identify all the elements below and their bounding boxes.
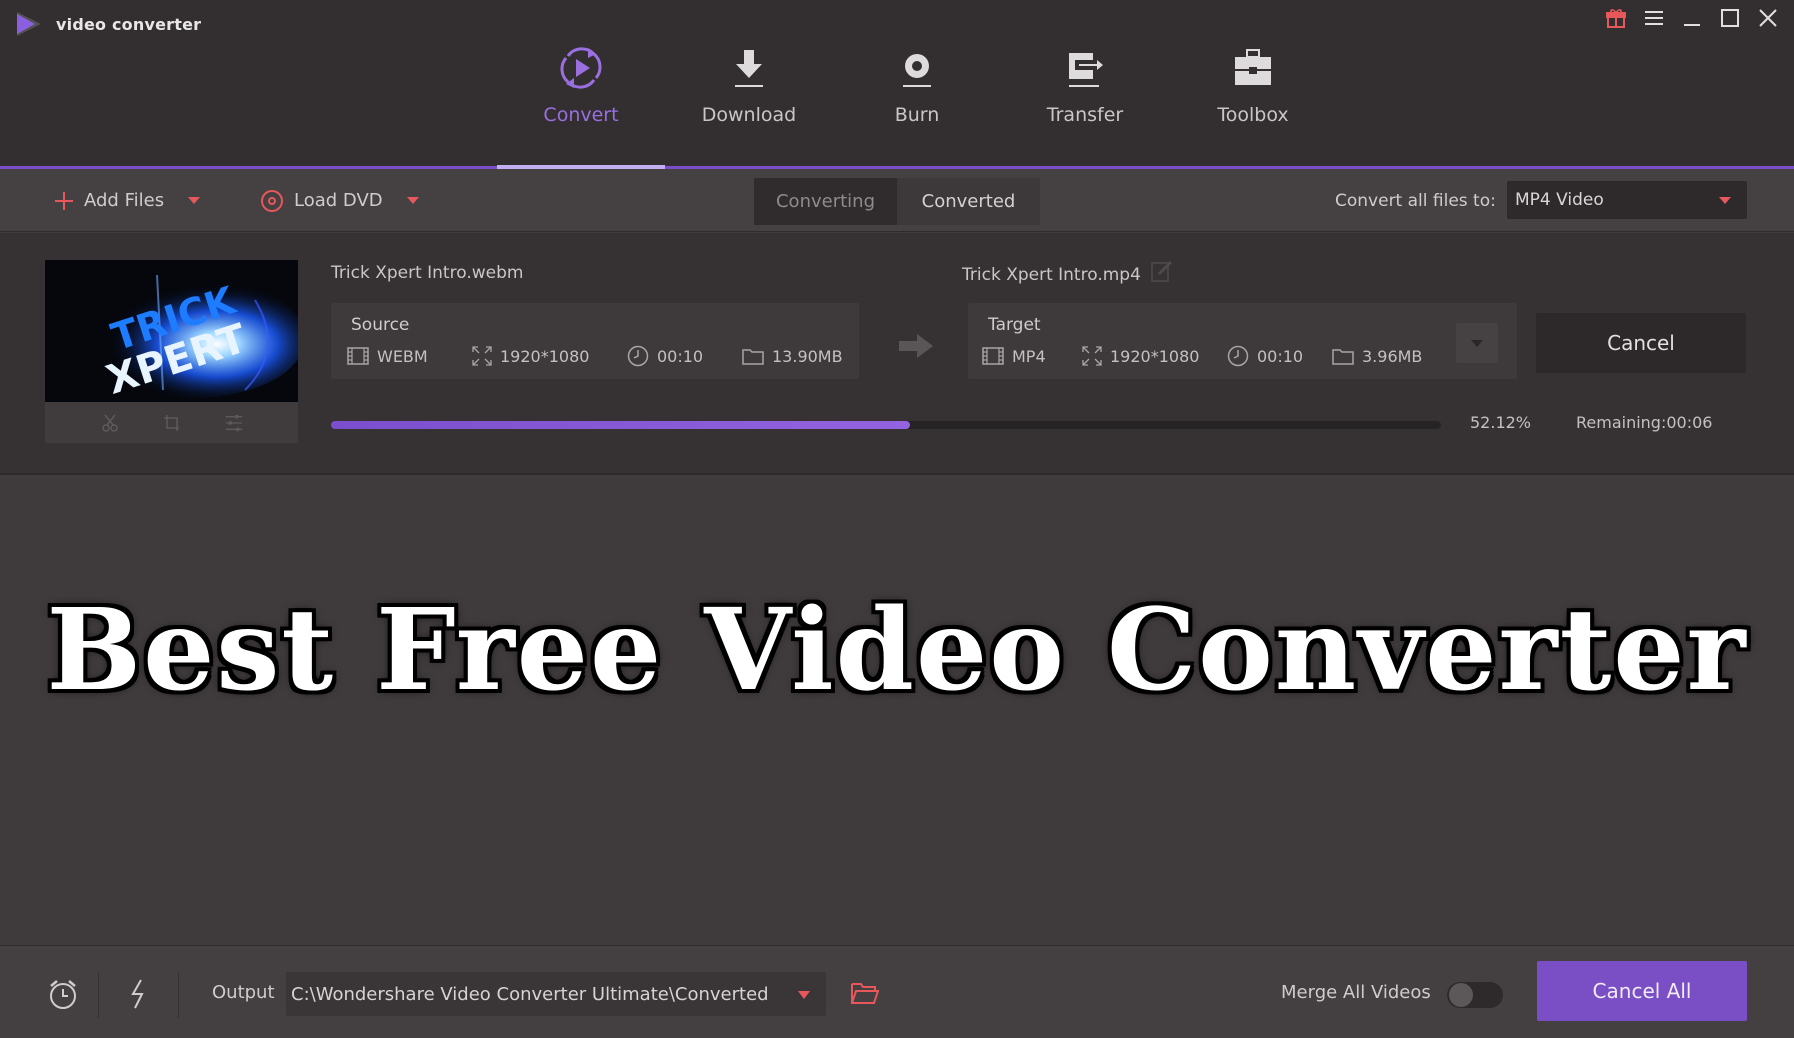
target-resolution: 1920*1080 xyxy=(1082,346,1227,366)
folder-icon xyxy=(1332,349,1354,365)
menu-icon[interactable] xyxy=(1642,6,1666,30)
output-path-value: C:\Wondershare Video Converter Ultimate\… xyxy=(291,983,769,1005)
chevron-down-icon xyxy=(1471,339,1483,347)
add-files-button[interactable]: Add Files xyxy=(54,169,201,232)
nav-label: Convert xyxy=(543,104,619,126)
target-details: MP4 1920*1080 00:10 3.96MB xyxy=(982,345,1422,367)
file-item: TRICK XPERT Trick Xpert Intro.webm Trick… xyxy=(0,233,1794,475)
arrow-right-icon xyxy=(899,334,933,358)
target-settings-dropdown[interactable] xyxy=(1456,323,1498,363)
source-info: Source WEBM 1920*1080 00:10 13.90MB xyxy=(331,303,859,379)
toolbox-icon xyxy=(1228,42,1278,94)
nav-label: Download xyxy=(701,104,797,126)
load-dvd-dropdown-icon[interactable] xyxy=(406,197,419,204)
video-thumbnail[interactable]: TRICK XPERT xyxy=(45,260,298,402)
cancel-all-button[interactable]: Cancel All xyxy=(1537,961,1747,1021)
nav-burn[interactable]: Burn xyxy=(833,42,1001,152)
source-resolution: 1920*1080 xyxy=(472,346,627,366)
source-filename: Trick Xpert Intro.webm xyxy=(331,263,524,283)
thumbnail-image: TRICK XPERT xyxy=(45,260,298,402)
resolution-icon xyxy=(1082,346,1102,366)
tab-converting[interactable]: Converting xyxy=(754,178,897,225)
merge-toggle[interactable] xyxy=(1447,982,1503,1008)
play-logo-icon xyxy=(17,12,41,36)
open-folder-icon[interactable] xyxy=(848,976,882,1010)
progress-fill xyxy=(331,421,910,429)
chevron-down-icon xyxy=(798,991,810,999)
target-title: Target xyxy=(988,315,1041,335)
source-details: WEBM 1920*1080 00:10 13.90MB xyxy=(347,345,843,367)
burn-icon xyxy=(892,42,942,94)
separator xyxy=(178,972,179,1018)
minimize-icon[interactable] xyxy=(1680,6,1704,30)
nav-download[interactable]: Download xyxy=(665,42,833,152)
cancel-button[interactable]: Cancel xyxy=(1536,313,1746,373)
target-duration: 00:10 xyxy=(1227,345,1332,367)
source-format: WEBM xyxy=(347,347,472,366)
target-info: Target MP4 1920*1080 00:10 3.96MB xyxy=(968,303,1517,379)
gift-icon[interactable] xyxy=(1604,6,1628,30)
schedule-icon[interactable] xyxy=(45,976,81,1012)
chevron-down-icon xyxy=(1719,197,1731,204)
effects-icon[interactable] xyxy=(224,413,244,433)
add-files-label: Add Files xyxy=(84,190,165,211)
headline-overlay: Best Free Video Converter xyxy=(46,585,1748,716)
transfer-icon xyxy=(1060,42,1110,94)
film-icon xyxy=(982,347,1004,365)
toolbar: Add Files Load DVD Converting Converted … xyxy=(0,169,1794,232)
remaining-time: Remaining:00:06 xyxy=(1576,413,1713,432)
nav-toolbox[interactable]: Toolbox xyxy=(1169,42,1337,152)
tab-converted[interactable]: Converted xyxy=(897,178,1040,225)
target-filename: Trick Xpert Intro.mp4 xyxy=(962,265,1141,285)
clock-icon xyxy=(627,345,649,367)
progress-percent: 52.12% xyxy=(1470,413,1532,432)
convert-icon xyxy=(556,42,606,94)
load-dvd-button[interactable]: Load DVD xyxy=(260,169,419,232)
title-bar: video converter Convert Download Burn Tr… xyxy=(0,0,1794,168)
load-dvd-label: Load DVD xyxy=(294,190,383,211)
merge-label: Merge All Videos xyxy=(1281,982,1431,1003)
target-format: MP4 xyxy=(982,347,1082,366)
toggle-knob xyxy=(1449,983,1473,1007)
nav-label: Burn xyxy=(894,104,940,126)
convert-all-label: Convert all files to: xyxy=(1335,190,1496,211)
folder-icon xyxy=(742,349,764,365)
output-format-select[interactable]: MP4 Video xyxy=(1507,181,1747,219)
window-controls xyxy=(1604,6,1780,30)
plus-icon xyxy=(55,191,73,210)
dvd-icon xyxy=(261,189,283,212)
output-format-value: MP4 Video xyxy=(1515,190,1604,210)
conversion-progress-bar xyxy=(331,421,1441,429)
thumbnail-tools xyxy=(45,402,298,443)
nav-label: Toolbox xyxy=(1217,104,1289,126)
app-title: video converter xyxy=(56,14,202,34)
output-path-select[interactable]: C:\Wondershare Video Converter Ultimate\… xyxy=(286,972,826,1016)
main-nav: Convert Download Burn Transfer Toolbox xyxy=(497,42,1337,152)
nav-label: Transfer xyxy=(1046,104,1124,126)
source-duration: 00:10 xyxy=(627,345,742,367)
high-speed-icon[interactable] xyxy=(120,976,156,1012)
maximize-icon[interactable] xyxy=(1718,6,1742,30)
download-icon xyxy=(724,42,774,94)
close-icon[interactable] xyxy=(1756,6,1780,30)
status-tabs: Converting Converted xyxy=(754,178,1040,225)
nav-transfer[interactable]: Transfer xyxy=(1001,42,1169,152)
source-title: Source xyxy=(351,315,410,335)
source-size: 13.90MB xyxy=(742,347,843,366)
bottom-bar: Output C:\Wondershare Video Converter Ul… xyxy=(0,945,1794,1038)
add-files-dropdown-icon[interactable] xyxy=(188,197,201,204)
target-size: 3.96MB xyxy=(1332,347,1422,366)
film-icon xyxy=(347,347,369,365)
output-label: Output xyxy=(212,982,275,1003)
crop-icon[interactable] xyxy=(162,413,182,433)
nav-convert[interactable]: Convert xyxy=(497,42,665,152)
trim-icon[interactable] xyxy=(100,413,120,433)
edit-icon[interactable] xyxy=(1150,259,1174,283)
app-logo: video converter xyxy=(14,10,201,38)
separator xyxy=(98,972,99,1018)
clock-icon xyxy=(1227,345,1249,367)
resolution-icon xyxy=(472,346,492,366)
